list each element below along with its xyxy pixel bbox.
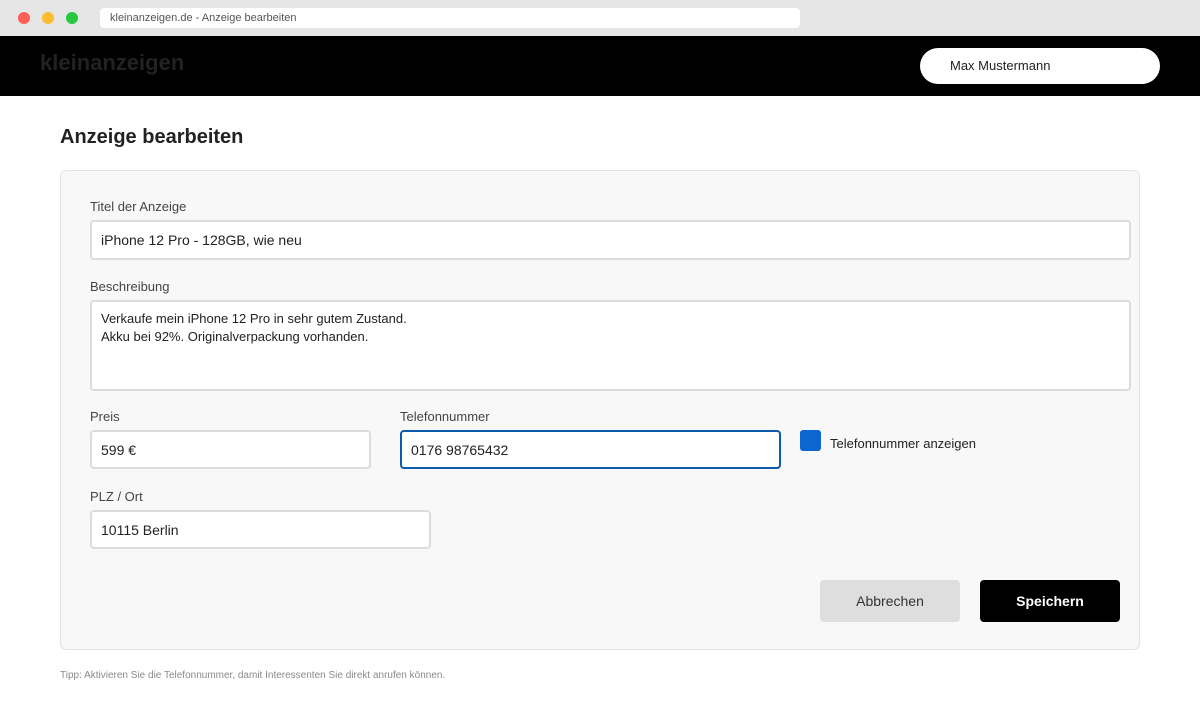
location-input[interactable]: 10115 Berlin [90,510,431,549]
site-logo[interactable]: kleinanzeigen [40,50,184,76]
cancel-button[interactable]: Abbrechen [820,580,960,622]
description-label: Beschreibung [90,279,170,294]
site-header: kleinanzeigen Max Mustermann [0,36,1200,96]
price-input[interactable]: 599 € [90,430,371,469]
page-title: Anzeige bearbeiten [60,126,244,148]
show-phone-label[interactable]: Telefonnummer anzeigen [830,436,976,451]
phone-input[interactable]: 0176 98765432 [400,430,781,469]
tip-text: Tipp: Aktivieren Sie die Telefonnummer, … [60,670,446,681]
address-bar[interactable]: kleinanzeigen.de - Anzeige bearbeiten [100,8,800,28]
minimize-window-dot[interactable] [42,12,54,24]
browser-chrome: kleinanzeigen.de - Anzeige bearbeiten [0,0,1200,36]
save-button[interactable]: Speichern [980,580,1120,622]
location-label: PLZ / Ort [90,489,143,504]
edit-ad-form: Titel der Anzeige iPhone 12 Pro - 128GB,… [60,170,1140,650]
maximize-window-dot[interactable] [66,12,78,24]
title-input[interactable]: iPhone 12 Pro - 128GB, wie neu [90,220,1131,260]
show-phone-checkbox[interactable] [800,430,821,451]
phone-label: Telefonnummer [400,409,490,424]
description-textarea[interactable]: Verkaufe mein iPhone 12 Pro in sehr gute… [90,300,1131,391]
user-menu-button[interactable]: Max Mustermann [920,48,1160,84]
price-label: Preis [90,409,120,424]
title-label: Titel der Anzeige [90,199,187,214]
close-window-dot[interactable] [18,12,30,24]
